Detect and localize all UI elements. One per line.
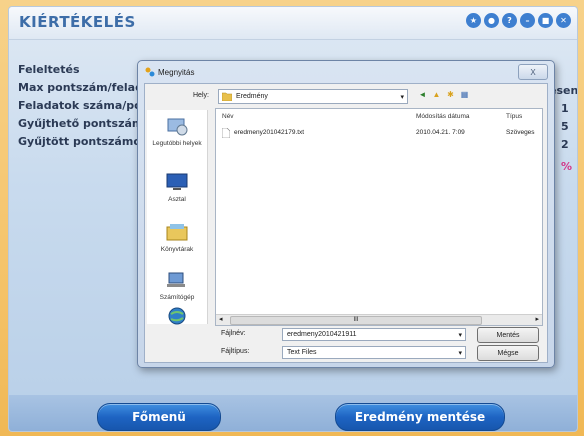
window-controls: ★ ● ? – ■ ✕: [466, 13, 571, 28]
maximize-icon[interactable]: ■: [538, 13, 553, 28]
main-menu-button[interactable]: Főmenü: [97, 403, 221, 431]
stat-value: 5: [561, 120, 569, 133]
dialog-body: Hely: Eredmény ▾ ◄ ▲ ✱ ▦ Legutóbbi helye…: [144, 83, 548, 363]
scroll-right-icon[interactable]: ▸: [535, 315, 539, 323]
place-recent[interactable]: Legutóbbi helyek: [147, 116, 207, 147]
folder-icon: [222, 92, 232, 101]
cancel-button[interactable]: Mégse: [477, 345, 539, 361]
stats-list: Feleltetés Max pontszám/felada Feladatok…: [18, 63, 155, 153]
filename-label: Fájlnév:: [221, 330, 246, 337]
place-label: Legutóbbi helyek: [152, 140, 202, 147]
stat-label: Feleltetés: [18, 63, 80, 76]
place-label: Könyvtárak: [160, 246, 194, 253]
recent-places-icon: [167, 118, 188, 136]
scroll-left-icon[interactable]: ◂: [219, 315, 223, 323]
app-title: KIÉRTÉKELÉS: [19, 13, 136, 31]
file-list[interactable]: Név Módosítás dátuma Típus eredmeny20104…: [215, 108, 543, 326]
file-type: Szöveges: [506, 129, 535, 136]
star-icon[interactable]: ★: [466, 13, 481, 28]
bell-icon[interactable]: ●: [484, 13, 499, 28]
stat-label: Max pontszám/felada: [18, 81, 151, 94]
libraries-icon: [166, 224, 188, 241]
file-modified: 2010.04.21. 7:09: [416, 129, 465, 136]
save-result-button[interactable]: Eredmény mentése: [335, 403, 505, 431]
save-button[interactable]: Mentés: [477, 327, 539, 343]
dialog-app-icon: [145, 67, 155, 77]
place-label: Asztal: [168, 196, 186, 203]
location-value: Eredmény: [236, 93, 268, 100]
stat-value: 1: [561, 102, 569, 115]
location-label: Hely:: [193, 92, 209, 99]
back-icon[interactable]: ◄: [417, 89, 428, 100]
dialog-close-button[interactable]: X: [518, 64, 548, 80]
desktop-icon: [166, 173, 188, 190]
dialog-title: Megnyitás: [158, 68, 195, 77]
stat-label: Gyűjthető pontszámo: [18, 117, 151, 130]
stat-label: Gyűjtött pontszámok: [18, 135, 149, 148]
save-dialog: Megnyitás X Hely: Eredmény ▾ ◄ ▲ ✱ ▦ Leg…: [137, 60, 555, 368]
location-select[interactable]: Eredmény ▾: [218, 89, 408, 104]
chevron-down-icon: ▾: [458, 349, 462, 357]
stat-percent: %: [561, 160, 573, 173]
computer-icon: [167, 272, 185, 287]
filetype-label: Fájltípus:: [221, 348, 250, 355]
scroll-thumb[interactable]: III: [230, 316, 482, 325]
filetype-select[interactable]: Text Files ▾: [282, 346, 466, 359]
file-row[interactable]: eredmeny201042179.txt 2010.04.21. 7:09 S…: [222, 127, 538, 138]
place-desktop[interactable]: Asztal: [147, 172, 207, 203]
stat-value: 2: [561, 138, 569, 151]
new-folder-icon[interactable]: ✱: [445, 89, 456, 100]
file-name: eredmeny201042179.txt: [234, 129, 305, 136]
app-header: KIÉRTÉKELÉS ★ ● ? – ■ ✕: [9, 7, 577, 40]
stat-label: Feladatok száma/pont: [18, 99, 155, 112]
column-header-modified[interactable]: Módosítás dátuma: [416, 109, 469, 123]
places-bar: Legutóbbi helyek Asztal Könyvtárak Számí…: [147, 110, 208, 325]
place-computer[interactable]: Számítógép: [147, 270, 207, 301]
network-globe-icon: [168, 307, 186, 325]
column-header-type[interactable]: Típus: [506, 109, 522, 123]
dialog-toolbar: ◄ ▲ ✱ ▦: [417, 89, 470, 100]
app-window: KIÉRTÉKELÉS ★ ● ? – ■ ✕ Feleltetés Max p…: [0, 0, 584, 436]
minimize-icon[interactable]: –: [520, 13, 535, 28]
text-file-icon: [222, 127, 230, 138]
place-libraries[interactable]: Könyvtárak: [147, 222, 207, 253]
horizontal-scrollbar[interactable]: ◂ III ▸: [216, 314, 542, 325]
up-folder-icon[interactable]: ▲: [431, 89, 442, 100]
help-icon[interactable]: ?: [502, 13, 517, 28]
filename-value: eredmeny2010421911: [287, 331, 357, 338]
view-menu-icon[interactable]: ▦: [459, 89, 470, 100]
chevron-down-icon: ▾: [458, 331, 462, 339]
filetype-value: Text Files: [287, 349, 317, 356]
place-network[interactable]: [147, 306, 207, 330]
close-icon[interactable]: ✕: [556, 13, 571, 28]
chevron-down-icon: ▾: [400, 93, 404, 101]
place-label: Számítógép: [159, 294, 195, 301]
column-header-name[interactable]: Név: [222, 109, 234, 123]
filename-input[interactable]: eredmeny2010421911 ▾: [282, 328, 466, 341]
